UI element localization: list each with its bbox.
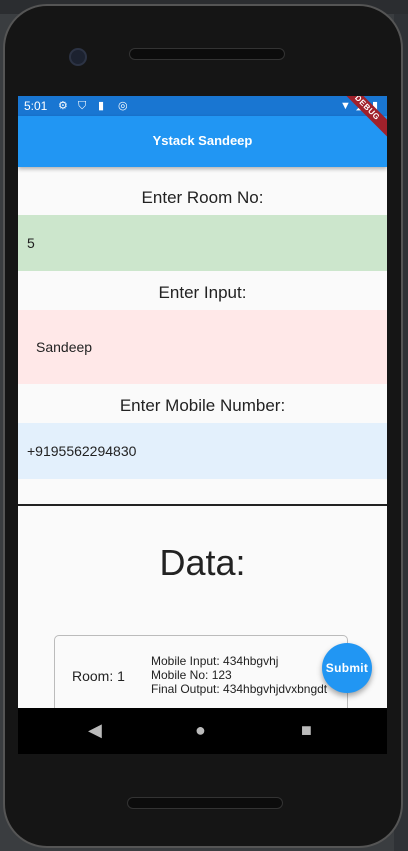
gear-icon: ⚙: [58, 100, 68, 112]
bottom-speaker: [127, 797, 283, 809]
input-label: Enter Input:: [158, 283, 247, 302]
home-icon[interactable]: ●: [195, 720, 206, 740]
input-field-value: Sandeep: [36, 339, 93, 355]
wifi-icon: ▼: [340, 100, 351, 112]
mobile-field[interactable]: +9195562294830: [18, 423, 387, 479]
mobile-label: Enter Mobile Number:: [119, 396, 286, 415]
room-field-value: 5: [27, 235, 35, 251]
status-time: 5:01: [24, 99, 48, 113]
sync-icon: ◎: [118, 100, 128, 112]
room-label: Enter Room No:: [141, 188, 264, 207]
back-icon[interactable]: ◀: [88, 720, 102, 740]
app-screen: 5:01 ⚙ ⛉ ▮ ◎ ▼ ◢ ▮ Ystack Sandeep DEBUG …: [18, 96, 387, 708]
app-bar: Ystack Sandeep: [18, 116, 387, 167]
section-divider: [18, 504, 387, 506]
shield-icon: ⛉: [78, 100, 87, 112]
card-mobile-input: Mobile Input: 434hbgvhj: [151, 654, 279, 668]
status-bar: 5:01 ⚙ ⛉ ▮ ◎ ▼ ◢ ▮: [18, 96, 387, 116]
mobile-field-value: +9195562294830: [27, 443, 137, 459]
card-room: Room: 1: [72, 668, 125, 684]
input-field[interactable]: Sandeep: [18, 310, 387, 384]
sd-card-icon: ▮: [98, 100, 105, 112]
data-heading: Data:: [159, 542, 246, 583]
recents-icon[interactable]: ■: [301, 720, 312, 740]
card-details: Mobile Input: 434hbgvhj Mobile No: 123 F…: [151, 654, 327, 696]
card-final-output: Final Output: 434hbgvhjdvxbngdt: [151, 682, 328, 696]
submit-button[interactable]: Submit: [322, 643, 372, 693]
system-navigation-bar: ◀ ● ■: [18, 708, 387, 754]
data-card: Room: 1 Mobile Input: 434hbgvhj Mobile N…: [54, 635, 348, 708]
card-mobile-no: Mobile No: 123: [151, 668, 232, 682]
app-title: Ystack Sandeep: [152, 133, 253, 148]
top-speaker: [129, 48, 285, 60]
camera-icon: [69, 48, 87, 66]
room-field[interactable]: 5: [18, 215, 387, 271]
